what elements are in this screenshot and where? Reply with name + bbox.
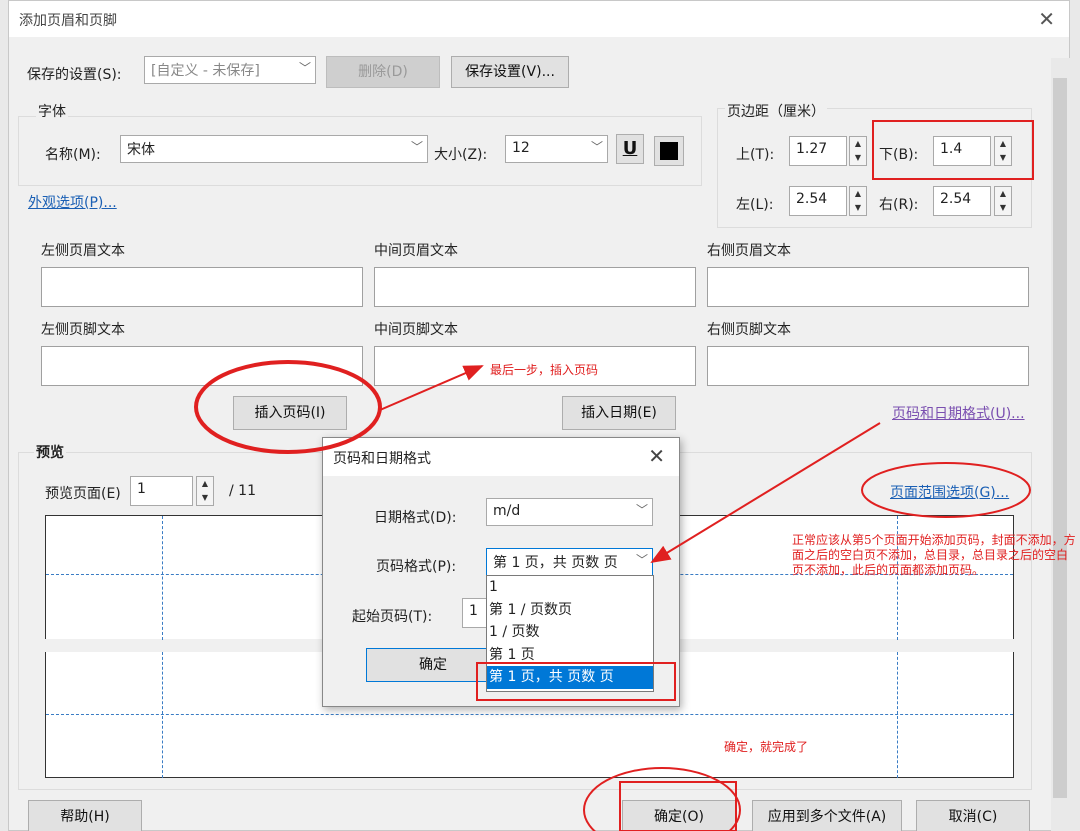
saved-settings-value: [自定义 - 未保存] [151,63,260,79]
margin-right-spinner[interactable]: ▲ ▼ [994,186,1012,216]
margin-bottom-input[interactable]: 1.4 [933,136,991,166]
margin-top-spinner[interactable]: ▲ ▼ [849,136,867,166]
margin-left-spinner[interactable]: ▲ ▼ [849,186,867,216]
dropdown-option[interactable]: 第 1 页 [487,644,653,667]
title-bar: 添加页眉和页脚 ✕ [9,1,1069,37]
chevron-down-icon: ﹀ [410,140,423,154]
page-format-label: 页码格式(P): [376,559,457,575]
date-format-value: m/d [493,503,521,519]
margin-left-input[interactable]: 2.54 [789,186,847,216]
close-icon[interactable]: ✕ [648,444,665,468]
font-color-button[interactable] [654,136,684,166]
chevron-up-icon[interactable]: ▲ [850,137,866,151]
chevron-down-icon: ﹀ [635,553,648,567]
page-range-options-link[interactable]: 页面范围选项(G)... [890,482,1009,502]
help-button[interactable]: 帮助(H) [28,800,142,831]
margin-top-input[interactable]: 1.27 [789,136,847,166]
start-page-label: 起始页码(T): [352,609,433,625]
subdialog-title: 页码和日期格式 [333,451,431,467]
color-swatch [660,142,678,160]
font-group-label: 字体 [36,101,68,121]
center-footer-label: 中间页脚文本 [374,322,458,338]
right-header-label: 右侧页眉文本 [707,243,791,259]
preview-page-input[interactable]: 1 [130,476,193,506]
margin-guide [46,714,1013,715]
chevron-down-icon[interactable]: ▼ [850,151,866,165]
saved-settings-label: 保存的设置(S): [27,67,122,83]
annotation-normal: 正常应该从第5个页面开始添加页码，封面不添加，方面之后的空白页不添加，总目录，总… [792,533,1076,577]
saved-settings-select[interactable]: [自定义 - 未保存] ﹀ [144,56,316,84]
chevron-down-icon: ﹀ [298,61,311,75]
chevron-up-icon[interactable]: ▲ [995,137,1011,151]
chevron-up-icon[interactable]: ▲ [197,477,213,491]
delete-button[interactable]: 删除(D) [326,56,440,88]
left-footer-label: 左侧页脚文本 [41,322,125,338]
chevron-down-icon[interactable]: ▼ [197,491,213,505]
underline-icon: U [622,138,638,159]
save-settings-button[interactable]: 保存设置(V)... [451,56,569,88]
margin-left-label: 左(L): [736,197,774,213]
dropdown-option[interactable]: 1 / 页数 [487,621,653,644]
page-format-dropdown[interactable]: 1 第 1 / 页数页 1 / 页数 第 1 页 第 1 页，共 页数 页 [486,575,654,692]
font-size-select[interactable]: 12 ﹀ [505,135,608,163]
right-header-input[interactable] [707,267,1029,307]
preview-page-spinner[interactable]: ▲ ▼ [196,476,214,506]
font-name-label: 名称(M): [45,147,101,163]
dropdown-option[interactable]: 第 1 / 页数页 [487,599,653,622]
underline-button[interactable]: U [616,134,644,164]
center-header-input[interactable] [374,267,696,307]
chevron-down-icon: ﹀ [590,140,603,154]
date-format-select[interactable]: m/d ﹀ [486,498,653,526]
date-format-label: 日期格式(D): [374,510,457,526]
right-footer-label: 右侧页脚文本 [707,322,791,338]
page-date-format-link[interactable]: 页码和日期格式(U)... [892,403,1025,423]
left-header-input[interactable] [41,267,363,307]
margin-guide [897,652,898,778]
subdialog-ok-button[interactable]: 确定 [366,648,500,682]
left-footer-input[interactable] [41,346,363,386]
annotation-done: 确定，就完成了 [724,740,809,754]
window-title: 添加页眉和页脚 [19,13,117,29]
insert-page-number-button[interactable]: 插入页码(I) [233,396,347,430]
margin-guide [162,516,163,640]
subdialog-title-bar: 页码和日期格式 ✕ [323,438,679,476]
preview-total-pages: / 11 [229,483,256,499]
preview-page-label: 预览页面(E) [45,486,121,502]
font-size-label: 大小(Z): [434,147,488,163]
start-page-input[interactable]: 1 [462,598,488,628]
margin-right-input[interactable]: 2.54 [933,186,991,216]
margin-bottom-spinner[interactable]: ▲ ▼ [994,136,1012,166]
insert-date-button[interactable]: 插入日期(E) [562,396,676,430]
preview-group-label: 预览 [34,442,66,462]
close-icon[interactable]: ✕ [1038,7,1055,31]
chevron-down-icon[interactable]: ▼ [995,201,1011,215]
chevron-down-icon: ﹀ [635,503,648,517]
page-format-select[interactable]: 第 1 页，共 页数 页 ﹀ [486,548,653,576]
dropdown-option[interactable]: 1 [487,576,653,599]
dropdown-option-selected[interactable]: 第 1 页，共 页数 页 [487,666,653,689]
margin-right-label: 右(R): [879,197,919,213]
margin-top-label: 上(T): [736,147,775,163]
margins-group-label: 页边距（厘米） [725,101,827,121]
cancel-button[interactable]: 取消(C) [916,800,1030,831]
margin-guide [162,652,163,778]
right-footer-input[interactable] [707,346,1029,386]
annotation-last-step: 最后一步，插入页码 [490,363,599,377]
scroll-thumb[interactable] [1053,78,1067,798]
ok-button[interactable]: 确定(O) [622,800,736,831]
apply-multiple-button[interactable]: 应用到多个文件(A) [752,800,902,831]
chevron-up-icon[interactable]: ▲ [995,187,1011,201]
chevron-down-icon[interactable]: ▼ [995,151,1011,165]
scrollbar[interactable] [1051,58,1070,831]
center-header-label: 中间页眉文本 [374,243,458,259]
chevron-down-icon[interactable]: ▼ [850,201,866,215]
left-header-label: 左侧页眉文本 [41,243,125,259]
margin-bottom-label: 下(B): [879,147,919,163]
font-name-select[interactable]: 宋体 ﹀ [120,135,428,163]
font-name-value: 宋体 [127,142,155,158]
page-format-value: 第 1 页，共 页数 页 [493,555,618,571]
appearance-options-link[interactable]: 外观选项(P)... [28,192,117,212]
font-size-value: 12 [512,140,530,156]
chevron-up-icon[interactable]: ▲ [850,187,866,201]
